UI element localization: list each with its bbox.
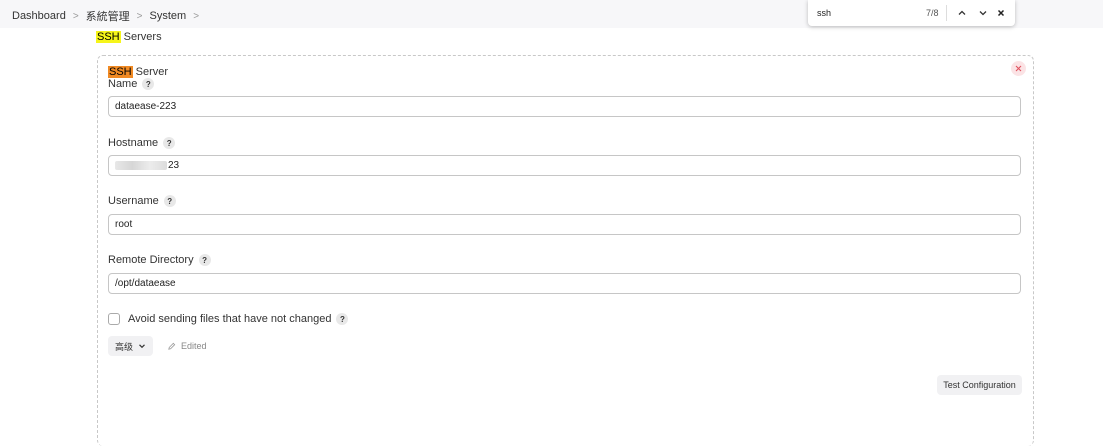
- chevron-down-icon: [139, 344, 145, 349]
- username-label-text: Username: [108, 195, 159, 207]
- remote-directory-label: Remote Directory ?: [108, 254, 211, 266]
- name-input-value: dataease-223: [115, 101, 177, 112]
- help-icon[interactable]: ?: [142, 78, 155, 90]
- breadcrumb-system-management[interactable]: 系統管理: [86, 8, 130, 24]
- username-input[interactable]: root: [108, 214, 1021, 235]
- help-icon[interactable]: ?: [163, 137, 176, 149]
- section-title: SSH Servers: [96, 31, 162, 43]
- advanced-label: 高级: [114, 341, 133, 352]
- username-input-value: root: [115, 219, 133, 230]
- hostname-label-text: Hostname: [108, 137, 159, 149]
- redacted-text: [115, 161, 167, 170]
- hostname-input-value: 23: [168, 160, 180, 171]
- pencil-icon: [168, 342, 176, 350]
- name-label: Name ?: [108, 78, 155, 90]
- server-title-text: Server: [132, 66, 169, 78]
- chevron-up-icon[interactable]: [955, 6, 969, 20]
- breadcrumb-separator: >: [193, 10, 200, 22]
- close-icon[interactable]: [994, 6, 1008, 20]
- breadcrumb-separator: >: [72, 10, 79, 22]
- test-configuration-button[interactable]: Test Configuration: [937, 375, 1022, 395]
- find-match-count: 7/8: [926, 8, 939, 18]
- breadcrumb-separator: >: [136, 10, 143, 22]
- chevron-down-icon[interactable]: [976, 6, 990, 20]
- help-icon[interactable]: ?: [163, 195, 176, 207]
- section-title-text: Servers: [120, 31, 162, 43]
- breadcrumb: Dashboard > 系統管理 > System >: [12, 8, 206, 24]
- remote-directory-input[interactable]: /opt/dataease: [108, 273, 1021, 294]
- search-highlight: SSH: [96, 31, 121, 43]
- search-highlight-active: SSH: [108, 66, 133, 78]
- edited-label: Edited: [181, 341, 207, 351]
- remove-server-button[interactable]: [1011, 61, 1026, 76]
- find-divider: [946, 5, 947, 21]
- remote-directory-label-text: Remote Directory: [108, 254, 194, 266]
- remote-directory-input-value: /opt/dataease: [115, 278, 176, 289]
- advanced-button[interactable]: 高级: [108, 336, 153, 356]
- breadcrumb-system[interactable]: System: [150, 10, 187, 22]
- help-icon[interactable]: ?: [336, 313, 349, 325]
- find-bar: ssh 7/8: [808, 0, 1015, 26]
- avoid-sending-label[interactable]: Avoid sending files that have not change…: [128, 313, 331, 325]
- server-title: SSH Server: [108, 66, 168, 78]
- avoid-sending-checkbox[interactable]: [108, 313, 120, 325]
- help-icon[interactable]: ?: [198, 254, 211, 266]
- name-input[interactable]: dataease-223: [108, 96, 1021, 117]
- name-label-text: Name: [108, 78, 138, 90]
- breadcrumb-dashboard[interactable]: Dashboard: [12, 10, 66, 22]
- avoid-sending-row: Avoid sending files that have not change…: [108, 313, 349, 325]
- hostname-label: Hostname ?: [108, 137, 176, 149]
- find-input[interactable]: ssh: [817, 8, 831, 18]
- username-label: Username ?: [108, 195, 176, 207]
- edited-indicator: Edited: [167, 341, 207, 351]
- hostname-input[interactable]: 23: [108, 155, 1021, 176]
